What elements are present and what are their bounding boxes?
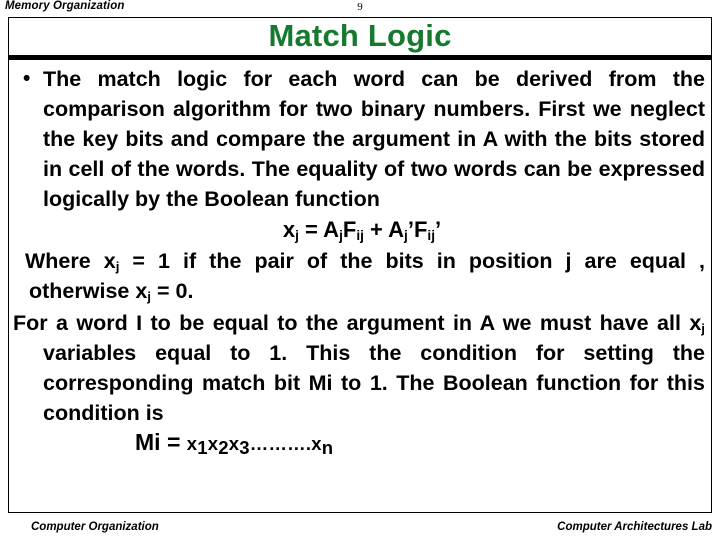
formula-xj-t2-var: F — [342, 217, 357, 242]
paragraph-where-part-a: Where x — [25, 249, 116, 273]
slide-header: Memory Organization 9 — [0, 0, 720, 17]
formula-xj-plus: + — [363, 217, 389, 242]
bullet-paragraph-text: The match logic for each word can be der… — [43, 67, 705, 211]
formula-mi-t4-sub: n — [321, 437, 334, 459]
paragraph-for: For a word I to be equal to the argument… — [13, 308, 705, 428]
paragraph-for-part-b: variables equal to 1. This the condition… — [43, 341, 705, 425]
formula-mi-t3-sub: 3 — [239, 437, 250, 459]
formula-xj-eq: = — [298, 217, 324, 242]
formula-mi-t4-var: x — [311, 433, 322, 454]
formula-xj-t1-var: A — [323, 217, 340, 242]
bullet-icon: • — [23, 67, 31, 90]
formula-mi-lhs: Mi = — [135, 429, 187, 455]
footer-left-label: Computer Organization — [31, 521, 159, 533]
paragraph-where: Where xj = 1 if the pair of the bits in … — [13, 246, 705, 306]
footer-right-label: Computer Architectures Lab — [557, 521, 712, 533]
formula-mi-t2-sub: 2 — [218, 437, 229, 459]
formula-mi: Mi = x1x2x3……….xn — [13, 428, 705, 458]
paragraph-for-part-a: For a word I to be equal to the argument… — [13, 311, 702, 335]
bullet-paragraph: • The match logic for each word can be d… — [13, 64, 705, 214]
content-frame: Match Logic • The match logic for each w… — [8, 17, 712, 513]
formula-mi-t1-sub: 1 — [197, 437, 208, 459]
header-page-number: 9 — [357, 1, 363, 13]
paragraph-where-part-b: = 1 if the pair of the bits in position … — [29, 249, 705, 303]
formula-xj-t4-var: F — [413, 217, 428, 242]
formula-xj-t4-prime: ’ — [435, 217, 442, 242]
slide-body: • The match logic for each word can be d… — [9, 60, 711, 514]
slide: Memory Organization 9 Match Logic • The … — [0, 0, 720, 540]
formula-xj: xj = AjFij + Aj’Fij’ — [13, 216, 705, 244]
paragraph-where-part-c: = 0. — [151, 279, 194, 303]
formula-xj-lhs-var: x — [282, 217, 296, 242]
page-title: Match Logic — [268, 18, 452, 53]
formula-xj-t4-sub: ij — [427, 228, 435, 243]
formula-xj-t2-sub: ij — [356, 228, 364, 243]
title-band: Match Logic — [9, 18, 711, 60]
formula-mi-dots: ………. — [249, 433, 312, 454]
formula-mi-t3-var: x — [228, 433, 240, 454]
formula-mi-t1-var: x — [186, 433, 198, 454]
formula-mi-t2-var: x — [207, 433, 219, 454]
paragraph-for-sub: j — [701, 320, 705, 336]
formula-xj-t3-var: A — [388, 217, 405, 242]
